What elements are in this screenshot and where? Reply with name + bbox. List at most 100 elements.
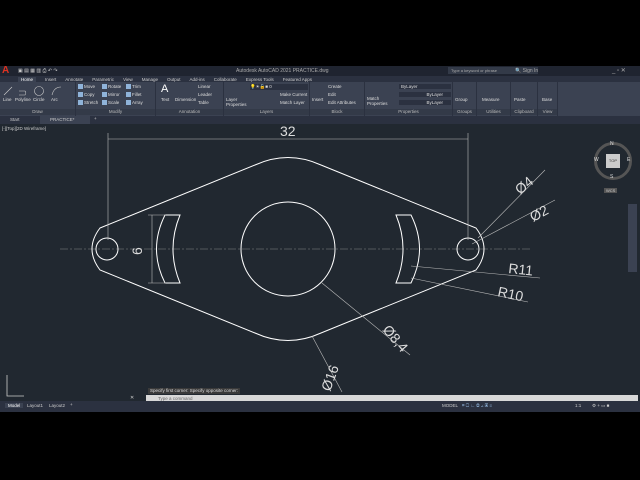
lineweight-dropdown[interactable]: ByLayer [399,100,451,105]
edit-button[interactable]: Edit [328,92,336,97]
scale-label: Scale [108,100,120,105]
fillet-button[interactable]: Fillet [126,92,142,98]
tab-collaborate[interactable]: Collaborate [214,77,237,82]
circle-button[interactable]: Circle [33,97,45,102]
modify-panel-title[interactable]: Modify [76,109,155,115]
tab-annotate[interactable]: Annotate [65,77,83,82]
file-tabs: Start PRACTICE* + [0,116,640,124]
trim-button[interactable]: Trim [126,84,141,90]
tab-manage[interactable]: Manage [142,77,158,82]
text-button[interactable]: Text [161,97,169,102]
annotation-scale[interactable]: 1:1 [575,403,581,408]
match-layer-button[interactable]: Match Layer [280,100,305,105]
dimension-button[interactable]: Dimension [175,97,196,102]
edit-attributes-button[interactable]: Edit Attributes [328,100,356,105]
leader-button[interactable]: Leader [198,92,212,97]
block-panel-title[interactable]: Block [310,109,364,115]
base-button[interactable]: Base [542,97,552,102]
ribbon: Line Polyline Circle Arc Draw Move Rotat… [0,82,640,116]
linear-button[interactable]: Linear [198,84,211,89]
drawing-canvas[interactable]: [-][Top][2D Wireframe] 32 6 Ø4 Ø2 R11 R1… [0,124,640,401]
linetype-dropdown[interactable]: ByLayer [399,92,451,97]
rotate-label: Rotate [108,84,122,89]
viewcube-top[interactable]: TOP [606,154,620,168]
viewcube[interactable]: TOP N S E W [594,141,632,180]
utilities-panel-title[interactable]: Utilities [477,109,510,115]
arc-button[interactable]: Arc [51,97,58,102]
text-icon: A [161,83,169,95]
layer-properties-button[interactable]: Layer Properties [226,97,247,107]
insert-button[interactable]: Insert [312,97,323,102]
color-dropdown[interactable]: ByLayer [399,84,451,89]
dim-r10: R10 [496,283,525,304]
compass-w[interactable]: W [594,157,599,163]
make-current-button[interactable]: Make Current [280,92,307,97]
polyline-button[interactable]: Polyline [15,97,31,102]
tab-addins[interactable]: Add-ins [190,77,205,82]
stretch-button[interactable]: Stretch [78,100,99,106]
paste-button[interactable]: Paste [514,97,526,102]
navigation-bar[interactable] [628,204,637,272]
measure-button[interactable]: Measure [482,97,500,102]
window-controls[interactable]: _ ▫ ✕ [612,67,626,74]
tab-view[interactable]: View [123,77,133,82]
file-tab-practice[interactable]: PRACTICE* [40,116,90,124]
layer-dropdown[interactable]: 💡☀🔓■ 0 [250,84,308,90]
sign-in-label: Sign In [522,68,539,74]
properties-panel-title[interactable]: Properties [365,109,452,115]
model-space-toggle[interactable]: MODEL [442,403,458,408]
autocad-logo[interactable]: A [2,65,9,76]
move-button[interactable]: Move [78,84,96,90]
trim-label: Trim [132,84,141,89]
match-properties-button[interactable]: Match Properties [367,96,388,106]
tab-express-tools[interactable]: Express Tools [246,77,274,82]
file-tab-start[interactable]: Start [10,117,20,122]
quick-access-toolbar[interactable]: ▣ ▤ ▦ ▥ ⎙ ↶ ↷ [18,68,58,74]
layout-tab-layout1[interactable]: Layout1 [27,403,43,408]
move-label: Move [84,84,96,89]
mirror-label: Mirror [108,92,120,97]
groups-panel: Group Groups [453,82,477,116]
dim-d84: Ø8,4 [380,322,412,356]
group-button[interactable]: Group [455,97,468,102]
title-bar: A ▣ ▤ ▦ ▥ ⎙ ↶ ↷ Autodesk AutoCAD 2021 PR… [0,65,640,76]
tab-insert[interactable]: Insert [45,77,56,82]
groups-panel-title[interactable]: Groups [453,109,476,115]
mirror-button[interactable]: Mirror [102,92,120,98]
compass-n[interactable]: N [610,141,614,147]
wcs-menu[interactable]: WCS [604,188,618,193]
draw-panel-title[interactable]: Draw [0,109,75,115]
sign-in-button[interactable]: 🔍 Sign In [515,68,538,74]
stretch-label: Stretch [84,100,99,105]
tab-home[interactable]: Home [18,76,37,82]
view-panel-title[interactable]: View [538,109,557,115]
dim-width: 32 [280,124,296,139]
status-bar: Model Layout1 Layout2 + MODEL ⌗ ▢ ∟ ◎ ∠ … [0,401,640,412]
rotate-button[interactable]: Rotate [102,84,122,90]
tab-featured-apps[interactable]: Featured Apps [283,77,312,82]
annotation-panel: A Text Dimension Linear Leader Table Ann… [156,82,224,116]
scale-button[interactable]: Scale [102,100,120,106]
copy-button[interactable]: Copy [78,92,95,98]
compass-e[interactable]: E [627,157,630,163]
create-button[interactable]: Create [328,84,342,89]
modify-panel: Move Rotate Trim Copy Mirror Fillet Stre… [76,82,156,116]
layers-panel-title[interactable]: Layers [224,109,309,115]
add-layout-button[interactable]: + [70,402,73,407]
tab-output[interactable]: Output [167,77,181,82]
command-history: Specify first corner: Specify opposite c… [148,388,241,394]
new-tab-button[interactable]: + [94,116,97,121]
array-button[interactable]: Array [126,100,143,106]
status-tools[interactable]: ⚙ + ▭ ■ [592,403,609,409]
clipboard-panel-title[interactable]: Clipboard [511,109,537,115]
table-button[interactable]: Table [198,100,209,105]
dim-d4: Ø4 [512,173,537,197]
status-toggles[interactable]: ⌗ ▢ ∟ ◎ ∠ ▣ ≡ [462,403,492,408]
layout-tab-model[interactable]: Model [5,403,24,408]
line-button[interactable]: Line [3,97,12,102]
current-layer: 0 [269,84,272,89]
annotation-panel-title[interactable]: Annotation [156,109,223,115]
tab-parametric[interactable]: Parametric [92,77,114,82]
layout-tab-layout2[interactable]: Layout2 [49,403,65,408]
compass-s[interactable]: S [610,174,613,180]
